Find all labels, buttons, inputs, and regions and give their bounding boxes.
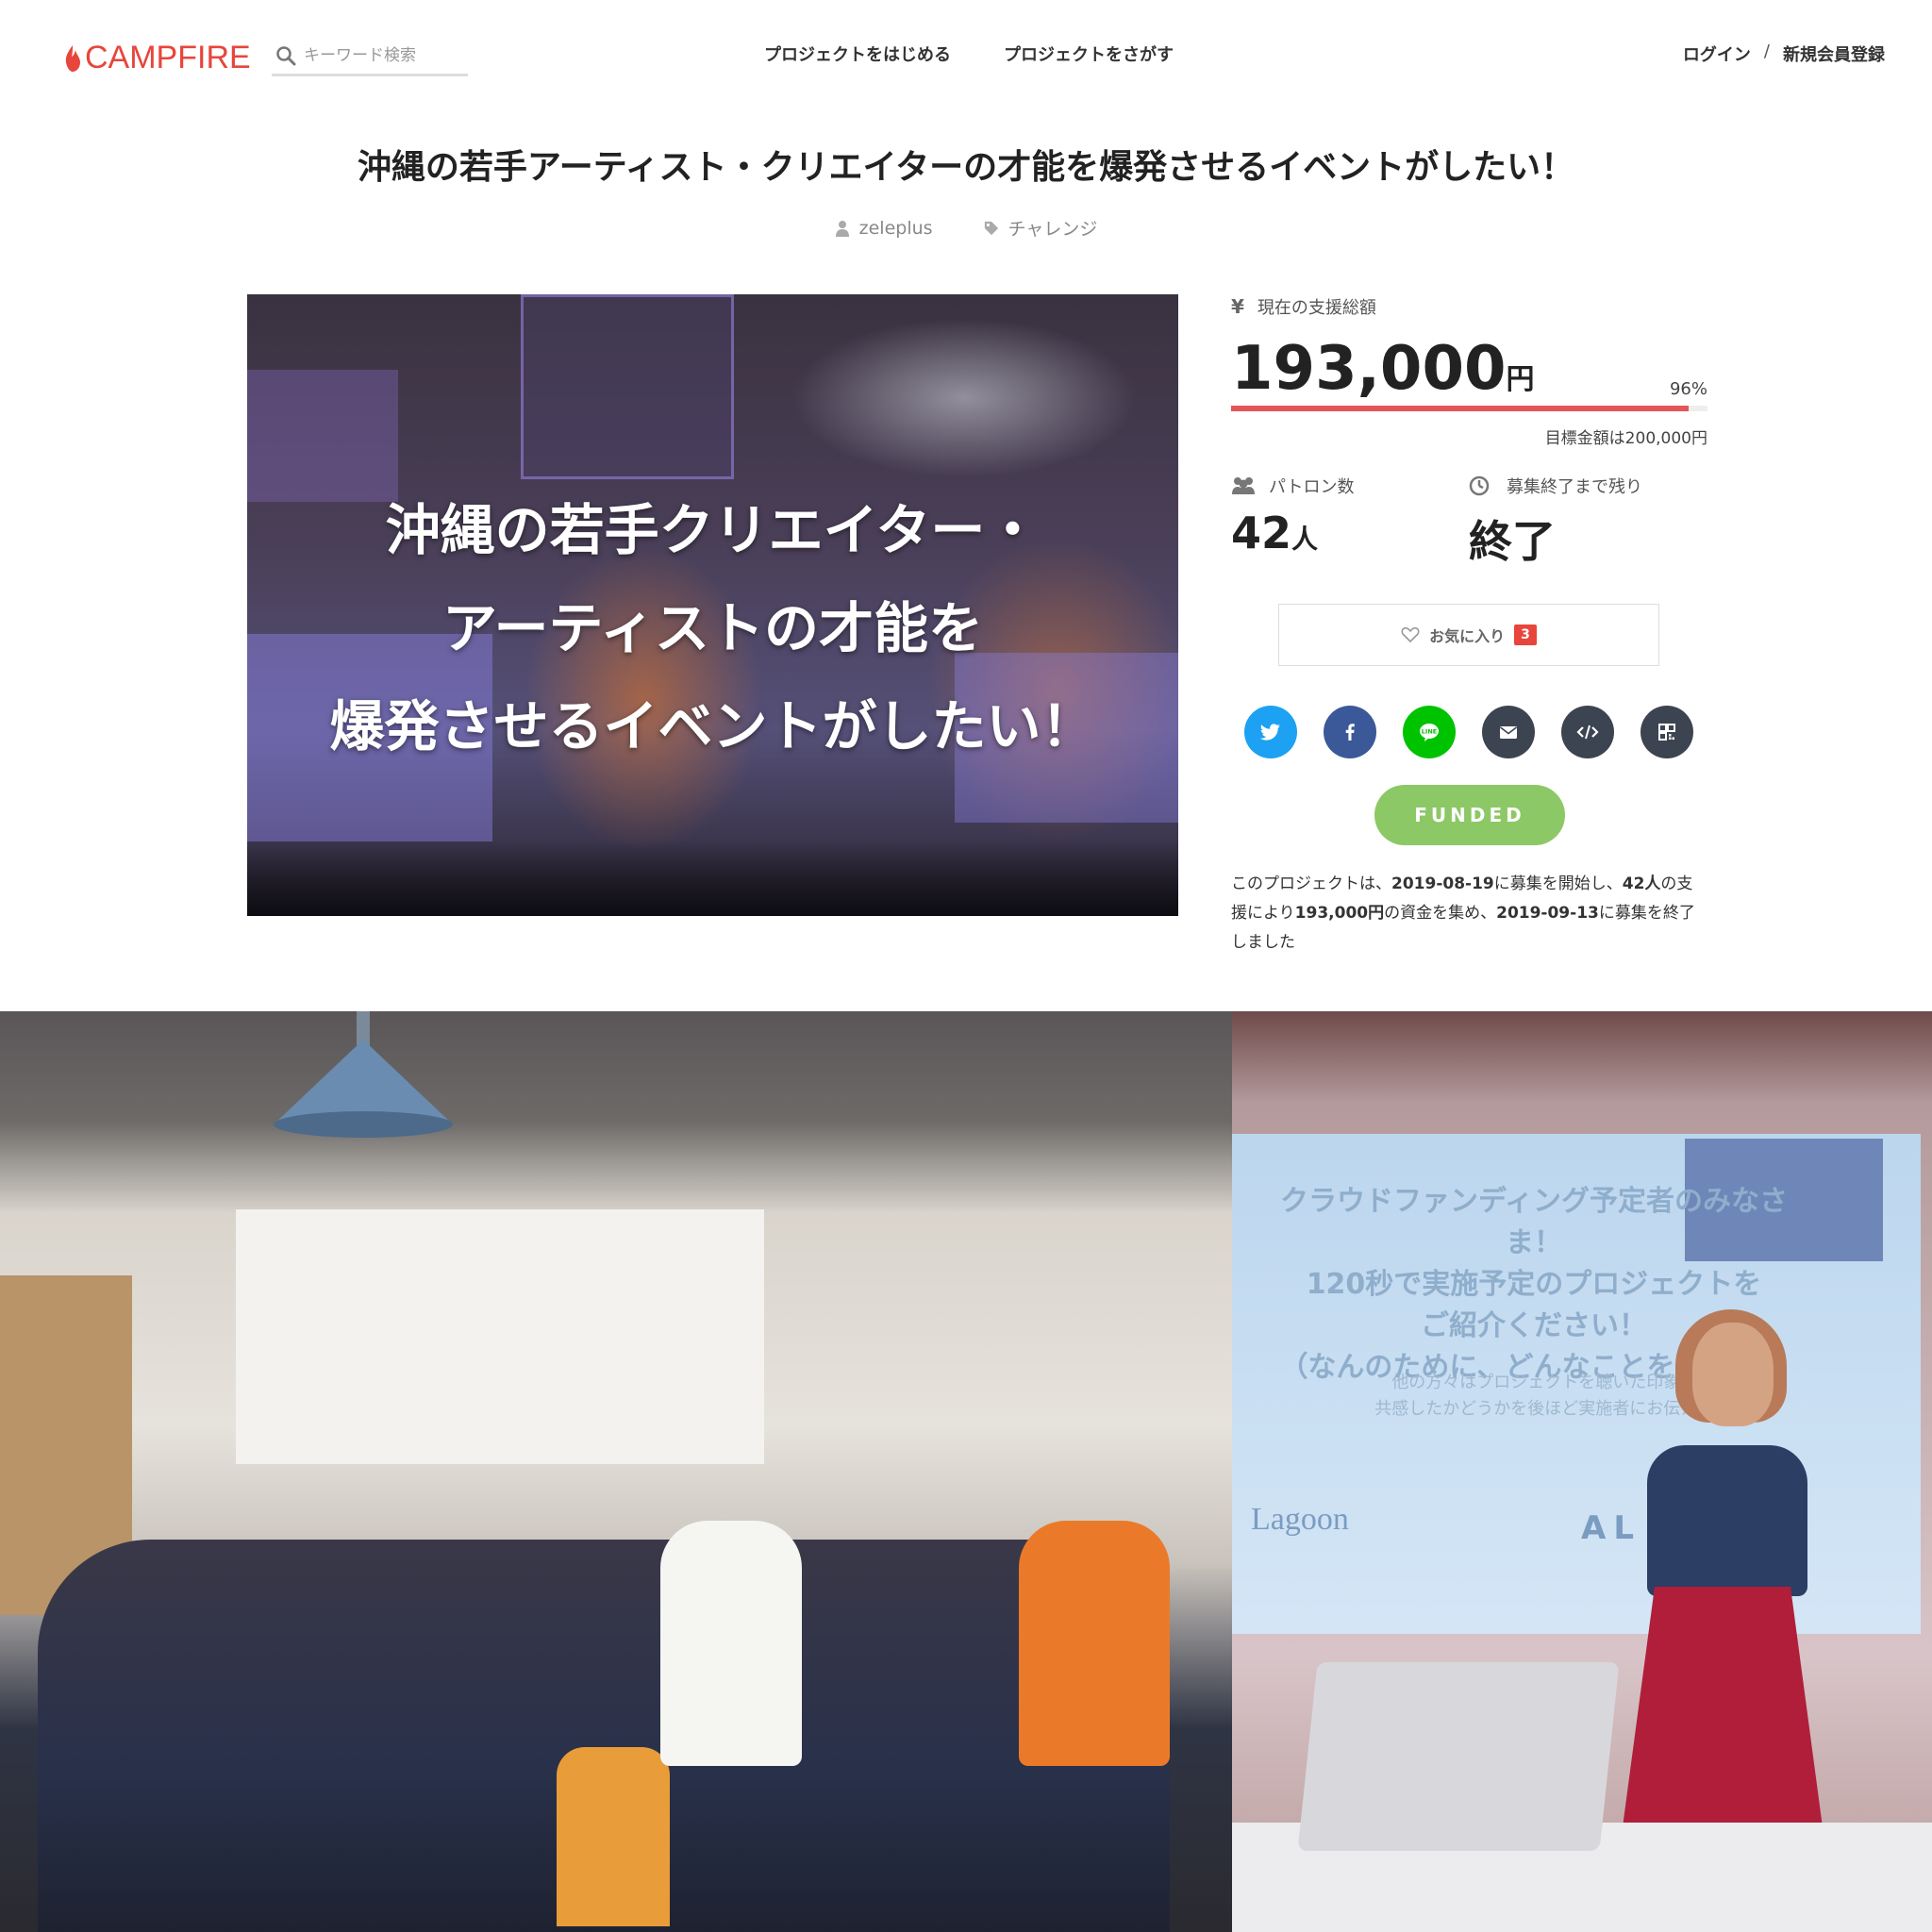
- remaining-label-text: 募集終了まで残り: [1507, 477, 1642, 497]
- owner-link[interactable]: zeleplus: [835, 215, 933, 241]
- hero-caption: 沖縄の若手クリエイター・ アーティストの才能を 爆発させるイベントがしたい！: [247, 481, 1178, 775]
- category-name: チャレンジ: [1008, 219, 1098, 240]
- hero-caption-line: 沖縄の若手クリエイター・: [385, 498, 1041, 562]
- summary-text: このプロジェクトは、: [1231, 874, 1391, 893]
- favorite-button[interactable]: お気に入り 3: [1278, 604, 1659, 666]
- total-label: ¥ 現在の支援総額: [1231, 294, 1707, 319]
- line-icon: LINE: [1420, 724, 1439, 741]
- twitter-share-button[interactable]: [1244, 706, 1297, 758]
- funding-sidebar: ¥ 現在の支援総額 193,000円 96% 目標金額は200,000円 パトロ…: [1231, 294, 1707, 952]
- total-label-text: 現在の支援総額: [1257, 298, 1376, 318]
- funding-progress-bar: [1231, 406, 1707, 411]
- remaining-value: 終了: [1469, 516, 1556, 567]
- favorite-label: お気に入り: [1429, 627, 1506, 645]
- svg-text:LINE: LINE: [1422, 728, 1437, 736]
- summary-end-date: 2019-09-13: [1496, 904, 1599, 923]
- speaker-head: [1692, 1323, 1774, 1426]
- person-white-shirt: [660, 1521, 802, 1766]
- share-buttons: LINE: [1244, 706, 1693, 758]
- code-icon: [1576, 724, 1599, 740]
- summary-start-date: 2019-08-19: [1391, 874, 1494, 893]
- hero-stage-floor: [247, 841, 1178, 916]
- heart-icon: [1401, 626, 1420, 643]
- line-share-button[interactable]: LINE: [1403, 706, 1456, 758]
- clock-icon: [1469, 475, 1490, 496]
- summary-text: の資金を集め、: [1384, 904, 1497, 923]
- funding-percent: 96%: [1669, 379, 1707, 399]
- remaining-label: 募集終了まで残り: [1469, 474, 1695, 498]
- twitter-icon: [1259, 724, 1280, 741]
- patrons-label-text: パトロン数: [1269, 477, 1355, 497]
- campfire-logo[interactable]: CAMPFIRE: [64, 40, 251, 76]
- search-icon: [276, 46, 296, 66]
- user-icon: [835, 220, 849, 237]
- speaker-shirt: [1647, 1445, 1807, 1596]
- users-icon: [1232, 477, 1255, 494]
- summary-amount: 193,000円: [1294, 904, 1385, 923]
- mail-share-button[interactable]: [1482, 706, 1535, 758]
- laptop: [1297, 1662, 1620, 1851]
- project-meta: zeleplus チャレンジ: [0, 215, 1932, 241]
- tag-icon: [984, 221, 998, 235]
- person-orange-shirt: [1019, 1521, 1170, 1766]
- favorite-count-badge: 3: [1514, 625, 1537, 645]
- total-amount-unit: 円: [1506, 363, 1535, 396]
- total-amount: 193,000円: [1231, 334, 1535, 404]
- embed-share-button[interactable]: [1561, 706, 1614, 758]
- facebook-share-button[interactable]: [1324, 706, 1376, 758]
- funded-badge: FUNDED: [1374, 785, 1565, 845]
- person-yellow-shorts: [557, 1747, 670, 1926]
- total-amount-value: 193,000: [1231, 334, 1507, 404]
- patrons-value: 42: [1231, 508, 1292, 558]
- owner-name: zeleplus: [858, 217, 933, 239]
- projector-logo-2: AL: [1581, 1509, 1641, 1547]
- yen-icon: ¥: [1231, 295, 1244, 318]
- search-input[interactable]: [304, 46, 455, 65]
- group-photo: [0, 1011, 1232, 1932]
- category-link[interactable]: チャレンジ: [984, 215, 1098, 241]
- projector-line: クラウドファンディング予定者のみなさま！: [1280, 1185, 1788, 1259]
- hero-stage-panel: [521, 294, 734, 479]
- project-title: 沖縄の若手アーティスト・クリエイターの才能を爆発させるイベントがしたい！: [357, 148, 1575, 187]
- funding-progress-fill: [1231, 406, 1689, 411]
- pendant-lamp: [274, 1011, 453, 1138]
- nav-start-project[interactable]: プロジェクトをはじめる: [764, 42, 951, 66]
- presentation-photo: クラウドファンディング予定者のみなさま！ 120秒で実施予定のプロジェクトを ご…: [1232, 1011, 1932, 1932]
- auth-links: ログイン / 新規会員登録: [1683, 42, 1885, 66]
- login-link[interactable]: ログイン: [1683, 42, 1751, 66]
- whiteboard-screen: [236, 1209, 764, 1464]
- goal-amount: 目標金額は200,000円: [1544, 429, 1707, 448]
- auth-separator: /: [1763, 42, 1770, 61]
- envelope-icon: [1500, 726, 1517, 739]
- patrons-count: 42人: [1231, 508, 1457, 558]
- project-hero-image[interactable]: 沖縄の若手クリエイター・ アーティストの才能を 爆発させるイベントがしたい！: [247, 294, 1178, 916]
- facebook-icon: [1345, 724, 1355, 741]
- signup-link[interactable]: 新規会員登録: [1783, 42, 1885, 66]
- summary-patrons: 42人: [1622, 874, 1661, 893]
- patrons-label: パトロン数: [1231, 474, 1457, 498]
- qr-share-button[interactable]: [1641, 706, 1693, 758]
- projector-logo: Lagoon: [1251, 1502, 1349, 1537]
- flame-icon: [65, 44, 80, 72]
- logo-text: CAMPFIRE: [85, 40, 251, 75]
- project-summary: このプロジェクトは、2019-08-19に募集を開始し、42人の支援により193…: [1231, 870, 1707, 958]
- search-bar[interactable]: [272, 38, 468, 76]
- projector-line: 120秒で実施予定のプロジェクトを: [1306, 1268, 1762, 1301]
- hero-caption-line: アーティストの才能を: [441, 596, 984, 660]
- hero-caption-line: 爆発させるイベントがしたい！: [329, 694, 1096, 758]
- remaining-stat: 募集終了まで残り 終了: [1469, 474, 1695, 570]
- qr-code-icon: [1658, 724, 1675, 741]
- patrons-unit: 人: [1291, 524, 1319, 555]
- patrons-stat: パトロン数 42人: [1231, 474, 1457, 558]
- nav-find-project[interactable]: プロジェクトをさがす: [1004, 42, 1174, 66]
- summary-text: に募集を開始し、: [1493, 874, 1623, 893]
